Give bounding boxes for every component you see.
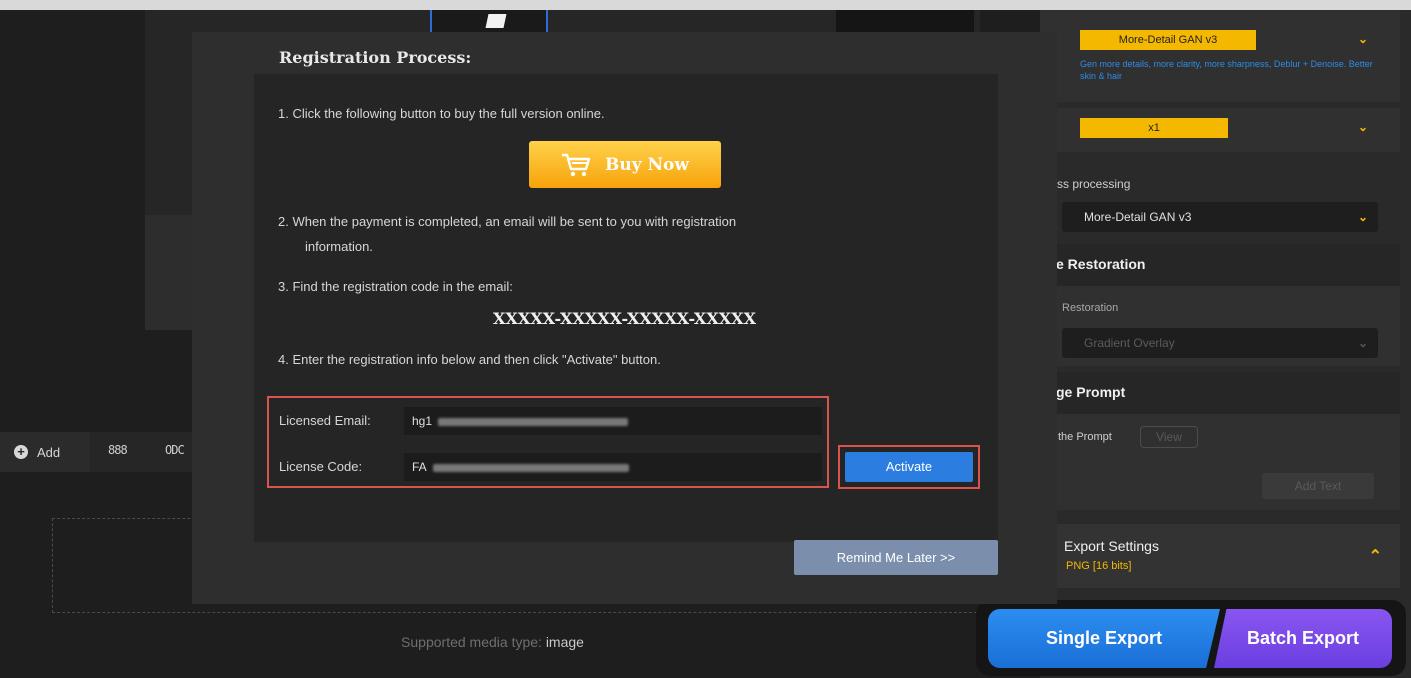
dialog-title: Registration Process: — [279, 48, 472, 67]
preview-panel — [836, 10, 974, 32]
preview-thumbnail-icon — [485, 14, 507, 28]
email-value: hg1 — [412, 414, 433, 428]
restoration-title: e Restoration — [1056, 256, 1146, 272]
license-code-field[interactable]: FA — [404, 453, 822, 481]
license-code-value: FA — [412, 460, 427, 474]
chevron-down-icon[interactable]: ⌄ — [1358, 210, 1368, 224]
chevron-up-icon[interactable]: ⌃ — [1369, 546, 1382, 566]
app-window: + Add 888 ODC Supported media type: imag… — [0, 0, 1411, 678]
add-text-button[interactable]: Add Text — [1262, 473, 1374, 499]
post-model-value: More-Detail GAN v3 — [1084, 210, 1192, 224]
license-code-label: License Code: — [279, 459, 363, 474]
step-2: 2. When the payment is completed, an ema… — [278, 214, 737, 229]
redacted-text — [432, 463, 629, 472]
restoration-value: Gradient Overlay — [1084, 336, 1175, 350]
email-field[interactable]: hg1 — [404, 407, 822, 435]
scale-select[interactable]: x1 — [1080, 118, 1228, 138]
activate-button[interactable]: Activate — [845, 452, 973, 482]
step-4: 4. Enter the registration info below and… — [278, 352, 661, 367]
restoration-select[interactable]: Gradient Overlay — [1062, 328, 1378, 358]
model-select[interactable]: More-Detail GAN v3 — [1080, 30, 1256, 50]
plus-icon: + — [14, 445, 28, 459]
restoration-label: Restoration — [1062, 302, 1119, 314]
chevron-down-icon[interactable]: ⌄ — [1358, 336, 1368, 350]
step-3: 3. Find the registration code in the ema… — [278, 279, 513, 294]
buy-now-button[interactable]: Buy Now — [529, 141, 721, 188]
export-settings-value: PNG [16 bits] — [1066, 560, 1132, 572]
redacted-text — [438, 417, 629, 426]
supported-label: Supported media type: — [401, 634, 542, 650]
top-strip — [0, 0, 1411, 10]
post-processing-label: ss processing — [1057, 177, 1131, 191]
batch-export-button[interactable]: Batch Export — [1214, 609, 1392, 668]
step-1: 1. Click the following button to buy the… — [278, 106, 605, 121]
registration-code-sample: XXXXX-XXXXX-XXXXX-XXXXX — [493, 309, 756, 328]
cart-icon — [561, 153, 591, 176]
chevron-down-icon[interactable]: ⌄ — [1358, 120, 1368, 134]
strip-view-icon[interactable]: ODC — [165, 443, 185, 457]
prompt-title: ge Prompt — [1056, 384, 1126, 400]
view-button[interactable]: View — [1140, 426, 1198, 448]
email-label: Licensed Email: — [279, 413, 371, 428]
remind-later-button[interactable]: Remind Me Later >> — [794, 540, 998, 575]
buy-now-label: Buy Now — [604, 154, 690, 175]
post-model-select[interactable]: More-Detail GAN v3 — [1062, 202, 1378, 232]
prompt-label: the Prompt — [1058, 431, 1112, 443]
single-export-button[interactable]: Single Export — [988, 609, 1220, 668]
supported-media-text: Supported media type: image — [0, 634, 985, 650]
export-settings-title: Export Settings — [1064, 538, 1159, 554]
registration-dialog: Registration Process: 1. Click the follo… — [192, 32, 1057, 604]
export-settings[interactable]: Export Settings PNG [16 bits] ⌃ — [1040, 524, 1400, 588]
add-button[interactable]: + Add — [0, 432, 90, 472]
grid-view-icon[interactable]: 888 — [108, 443, 128, 457]
step-2-continued: information. — [305, 239, 373, 254]
add-label: Add — [37, 444, 61, 460]
model-section — [1040, 10, 1400, 102]
supported-value: image — [545, 634, 584, 650]
chevron-down-icon[interactable]: ⌄ — [1358, 32, 1368, 46]
model-hint: Gen more details, more clarity, more sha… — [1080, 59, 1373, 81]
